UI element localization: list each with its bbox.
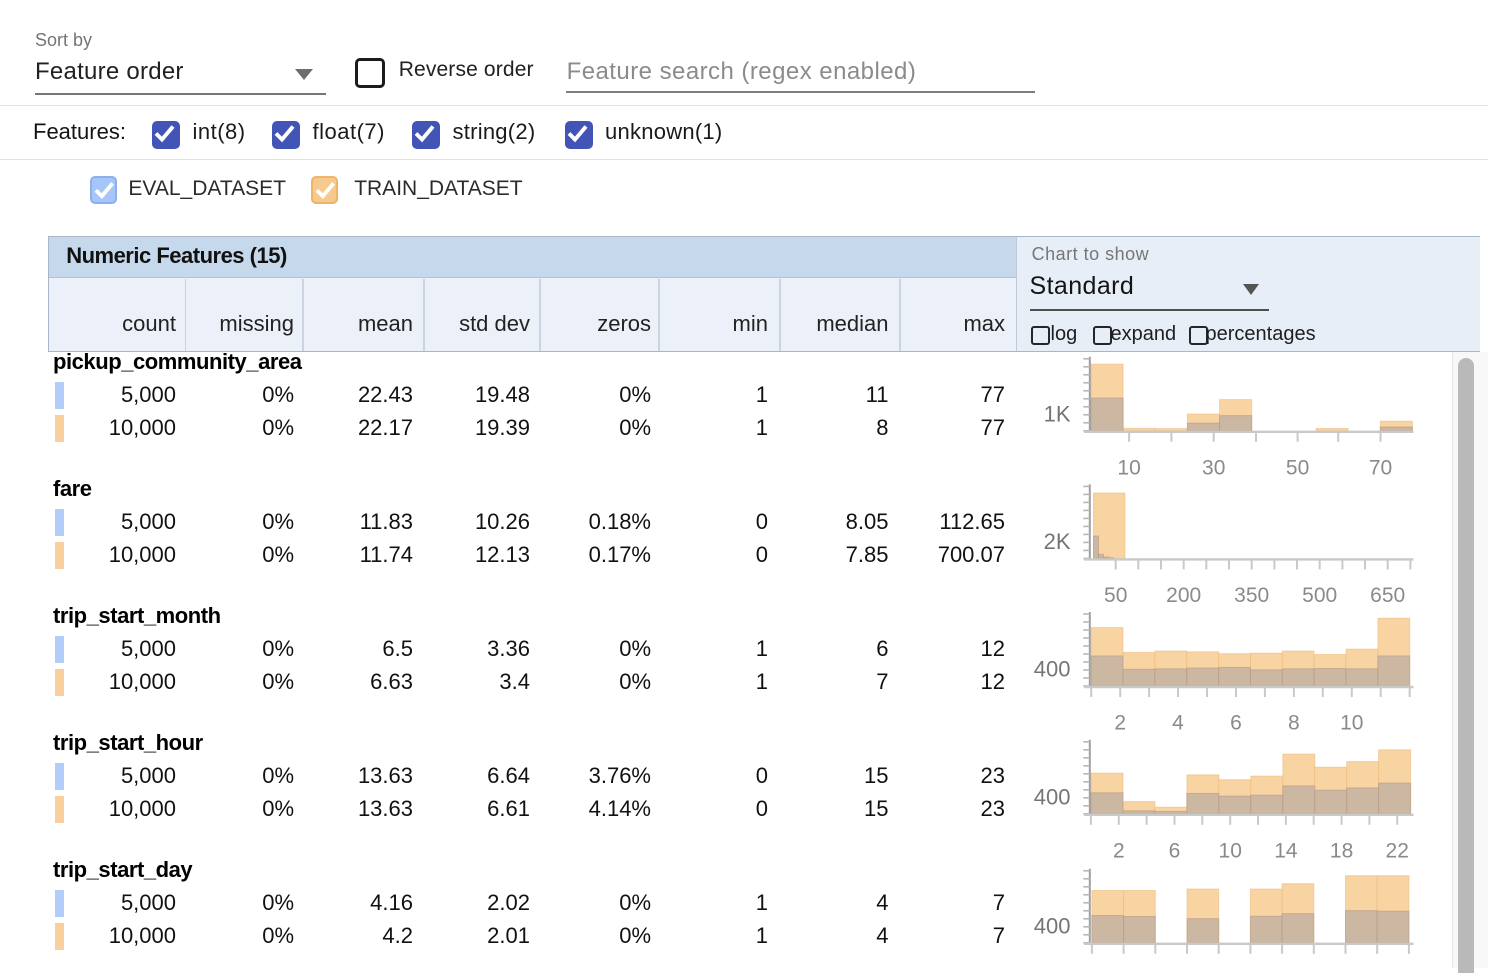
svg-text:14: 14 [1274,839,1298,862]
svg-text:70: 70 [1369,456,1392,479]
svg-text:2: 2 [1113,839,1125,862]
svg-text:350: 350 [1234,584,1269,607]
svg-text:50: 50 [1286,456,1309,479]
svg-text:500: 500 [1302,584,1337,607]
svg-text:400: 400 [1034,784,1071,809]
svg-text:6: 6 [1230,712,1242,735]
svg-text:22: 22 [1386,839,1409,862]
svg-text:10: 10 [1340,712,1363,735]
svg-text:50: 50 [1104,584,1127,607]
svg-text:30: 30 [1202,456,1225,479]
svg-text:1K: 1K [1044,401,1071,426]
svg-text:18: 18 [1330,839,1353,862]
svg-text:10: 10 [1219,839,1242,862]
svg-text:4: 4 [1172,712,1184,735]
svg-text:6: 6 [1169,839,1181,862]
svg-text:2: 2 [1114,712,1126,735]
svg-text:650: 650 [1370,584,1405,607]
svg-text:200: 200 [1166,584,1201,607]
svg-text:8: 8 [1288,712,1300,735]
svg-text:2K: 2K [1044,529,1071,554]
svg-text:400: 400 [1034,913,1071,938]
svg-text:400: 400 [1034,657,1071,682]
svg-text:10: 10 [1117,456,1140,479]
